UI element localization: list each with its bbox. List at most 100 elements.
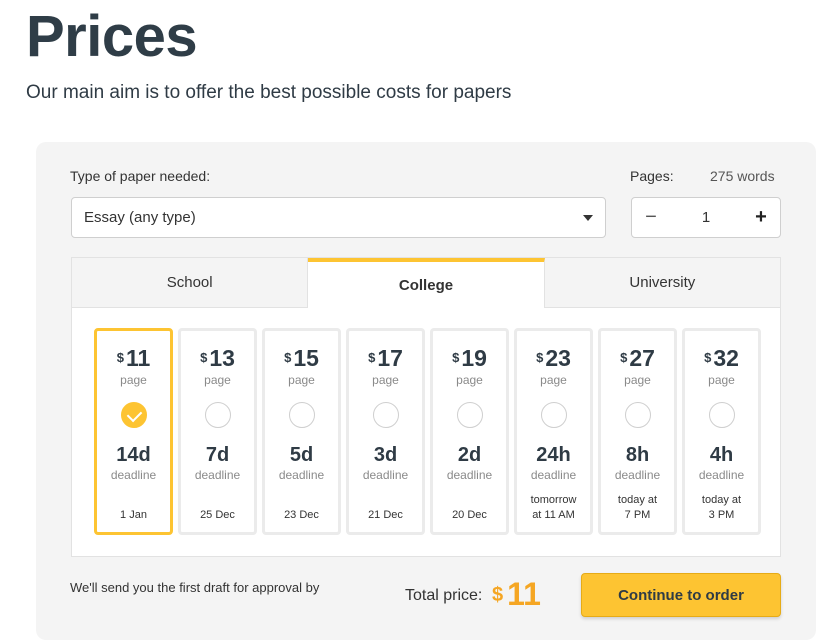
page-subtitle: Our main aim is to offer the best possib… (26, 82, 512, 103)
deadline-option[interactable]: $17 page 3d deadline 21 Dec (346, 328, 425, 535)
date-line: 3 PM (708, 509, 735, 521)
option-date: 1 Jan (120, 509, 147, 521)
deadline-label: deadline (362, 468, 409, 482)
radio-button[interactable] (204, 402, 231, 428)
deadline-label: deadline (446, 468, 493, 482)
option-date: 21 Dec (368, 509, 403, 521)
paper-type-select[interactable]: Essay (any type) (71, 197, 606, 238)
decrement-button[interactable]: − (632, 198, 670, 237)
check-icon[interactable] (120, 402, 147, 428)
radio-button[interactable] (288, 402, 315, 428)
radio-button[interactable] (624, 402, 651, 428)
page-title: Prices (26, 4, 198, 69)
price-amount: 17 (377, 345, 403, 371)
option-date: 25 Dec (200, 509, 235, 521)
price-amount: 19 (461, 345, 487, 371)
price-unit: page (624, 373, 651, 387)
price-amount: 23 (545, 345, 571, 371)
level-tabs: School College University (72, 258, 780, 308)
level-panel: School College University $11 page 14d d… (71, 257, 781, 557)
price-unit: page (372, 373, 399, 387)
price-unit: page (456, 373, 483, 387)
deadline-option[interactable]: $32 page 4h deadline today at 3 PM (682, 328, 761, 535)
price-unit: page (708, 373, 735, 387)
radio-button[interactable] (372, 402, 399, 428)
price-amount: 13 (209, 345, 235, 371)
currency-symbol: $ (536, 350, 544, 365)
price-unit: page (120, 373, 147, 387)
paper-type-label: Type of paper needed: (70, 168, 211, 184)
option-date: today at 3 PM (687, 493, 756, 523)
option-date: 20 Dec (452, 509, 487, 521)
deadline-label: deadline (110, 468, 157, 482)
deadline-option[interactable]: $15 page 5d deadline 23 Dec (262, 328, 341, 535)
deadline-option[interactable]: $23 page 24h deadline tomorrow at 11 AM (514, 328, 593, 535)
option-duration: 24h (536, 444, 571, 466)
option-price: $23 (517, 345, 590, 372)
pages-label: Pages: (630, 168, 674, 184)
tab-university[interactable]: University (544, 258, 780, 308)
radio-button[interactable] (456, 402, 483, 428)
price-unit: page (204, 373, 231, 387)
option-date: today at 7 PM (603, 493, 672, 523)
draft-notice: We'll send you the first draft for appro… (70, 580, 320, 595)
date-line: 7 PM (624, 509, 651, 521)
currency-symbol: $ (284, 350, 292, 365)
deadline-label: deadline (278, 468, 325, 482)
option-price: $11 (97, 345, 170, 372)
option-date: 23 Dec (284, 509, 319, 521)
currency-symbol: $ (200, 350, 208, 365)
increment-button[interactable]: + (742, 198, 780, 237)
tab-school[interactable]: School (72, 258, 309, 308)
continue-to-order-button[interactable]: Continue to order (581, 573, 781, 617)
total-price: $ 11 (492, 576, 541, 613)
option-price: $27 (601, 345, 674, 372)
deadline-option[interactable]: $13 page 7d deadline 25 Dec (178, 328, 257, 535)
deadline-label: deadline (614, 468, 661, 482)
deadline-option[interactable]: $27 page 8h deadline today at 7 PM (598, 328, 677, 535)
deadline-option[interactable]: $19 page 2d deadline 20 Dec (430, 328, 509, 535)
deadline-label: deadline (194, 468, 241, 482)
total-amount: 11 (507, 576, 541, 612)
option-duration: 14d (116, 444, 151, 466)
option-price: $13 (181, 345, 254, 372)
currency-symbol: $ (704, 350, 712, 365)
price-amount: 27 (629, 345, 655, 371)
currency-symbol: $ (368, 350, 376, 365)
radio-button[interactable] (708, 402, 735, 428)
pages-stepper: − 1 + (631, 197, 781, 238)
option-duration: 4h (709, 444, 734, 466)
deadline-label: deadline (530, 468, 577, 482)
price-amount: 32 (713, 345, 739, 371)
paper-type-value: Essay (any type) (84, 209, 196, 226)
tab-college[interactable]: College (308, 258, 545, 308)
currency-symbol: $ (116, 350, 124, 365)
option-price: $19 (433, 345, 506, 372)
option-duration: 7d (205, 444, 230, 466)
radio-button[interactable] (540, 402, 567, 428)
date-line: tomorrow (530, 494, 577, 506)
option-duration: 5d (289, 444, 314, 466)
price-amount: 11 (125, 345, 151, 371)
price-unit: page (288, 373, 315, 387)
total-price-label: Total price: (405, 587, 483, 604)
option-price: $15 (265, 345, 338, 372)
currency-symbol: $ (620, 350, 628, 365)
price-unit: page (540, 373, 567, 387)
price-calculator: Type of paper needed: Essay (any type) P… (36, 142, 816, 640)
option-price: $32 (685, 345, 758, 372)
date-line: today at (617, 494, 658, 506)
total-currency: $ (492, 584, 504, 606)
pages-input[interactable]: 1 (670, 209, 742, 226)
option-duration: 2d (457, 444, 482, 466)
option-date: tomorrow at 11 AM (519, 493, 588, 523)
deadline-options: $11 page 14d deadline 1 Jan $13 page 7d … (94, 328, 761, 535)
date-line: at 11 AM (532, 509, 575, 521)
chevron-down-icon (583, 214, 593, 221)
date-line: today at (701, 494, 742, 506)
option-duration: 3d (373, 444, 398, 466)
deadline-option[interactable]: $11 page 14d deadline 1 Jan (94, 328, 173, 535)
option-duration: 8h (625, 444, 650, 466)
words-count: 275 words (710, 168, 775, 184)
currency-symbol: $ (452, 350, 460, 365)
